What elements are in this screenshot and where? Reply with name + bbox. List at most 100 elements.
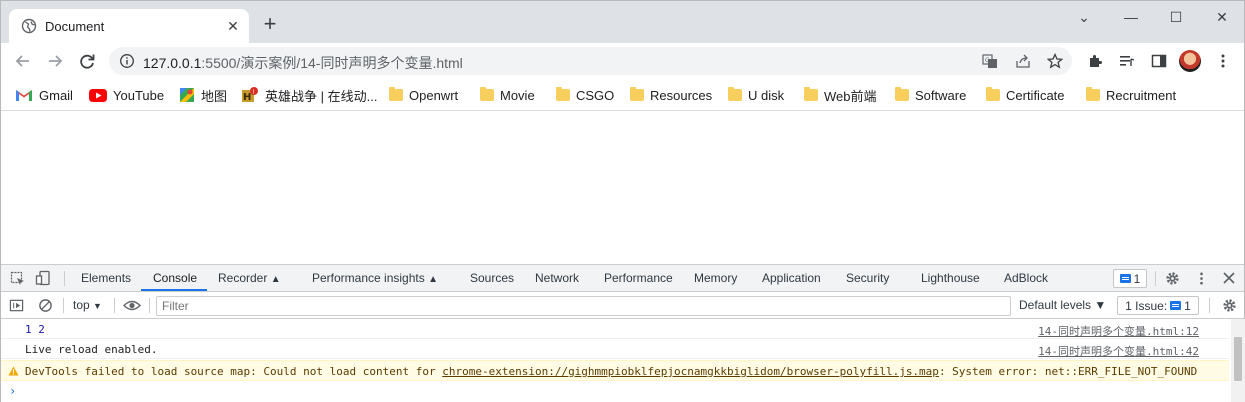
bookmark-label: Openwrt bbox=[409, 87, 459, 103]
maximize-button[interactable]: ☐ bbox=[1162, 7, 1190, 27]
bookmark-label: Recruitment bbox=[1106, 87, 1177, 103]
address-bar[interactable]: 127.0.0.1:5500/演示案例/14-同时声明多个变量.html G bbox=[109, 47, 1072, 75]
profile-avatar[interactable] bbox=[1179, 50, 1201, 72]
folder-icon bbox=[1086, 87, 1100, 101]
log-levels-dropdown[interactable]: Default levels ▼ bbox=[1019, 298, 1106, 312]
devtools-tab-application[interactable]: Application bbox=[762, 271, 821, 285]
bookmark-folder-udisk[interactable]: U disk bbox=[728, 86, 784, 104]
bookmark-folder-csgo[interactable]: CSGO bbox=[556, 86, 614, 104]
url-text[interactable]: 127.0.0.1:5500/演示案例/14-同时声明多个变量.html bbox=[143, 53, 463, 73]
tab-document[interactable]: Document ✕ bbox=[9, 9, 249, 43]
forward-arrow-icon[interactable] bbox=[44, 50, 66, 72]
media-queue-icon[interactable] bbox=[1119, 53, 1135, 69]
bookmark-star-icon[interactable] bbox=[1047, 53, 1063, 69]
settings-gear-icon[interactable] bbox=[1165, 271, 1180, 286]
show-sidebar-icon[interactable] bbox=[9, 298, 24, 313]
folder-icon bbox=[480, 87, 494, 101]
extensions-puzzle-icon[interactable] bbox=[1087, 53, 1103, 69]
folder-icon bbox=[895, 87, 909, 101]
bookmark-label: Movie bbox=[500, 87, 535, 103]
url-host: 127.0.0.1 bbox=[143, 55, 202, 71]
maps-icon bbox=[180, 88, 194, 102]
minimize-button[interactable]: — bbox=[1117, 7, 1145, 27]
bookmark-hero-war[interactable]: H ! 英雄战争 | 在线动... bbox=[241, 86, 377, 104]
share-icon[interactable] bbox=[1015, 53, 1031, 69]
warning-prefix: DevTools failed to load source map: Coul… bbox=[25, 365, 443, 378]
console-source-link[interactable]: 14-同时声明多个变量.html:12 bbox=[1038, 323, 1199, 339]
bookmark-folder-movie[interactable]: Movie bbox=[480, 86, 535, 104]
device-toolbar-icon[interactable] bbox=[35, 270, 51, 286]
messages-badge[interactable]: 1 bbox=[1113, 269, 1147, 288]
devtools-tab-lighthouse[interactable]: Lighthouse bbox=[921, 271, 980, 285]
devtools-tab-sources[interactable]: Sources bbox=[470, 271, 514, 285]
close-window-button[interactable]: ✕ bbox=[1208, 7, 1236, 27]
bookmark-folder-openwrt[interactable]: Openwrt bbox=[389, 86, 458, 104]
console-toolbar: top ▼ Default levels ▼ 1 Issue: 1 bbox=[1, 292, 1244, 319]
issues-button[interactable]: 1 Issue: 1 bbox=[1117, 296, 1199, 315]
devtools-tab-performance-insights[interactable]: Performance insights ▲ bbox=[312, 271, 438, 285]
issues-count: 1 bbox=[1184, 298, 1191, 313]
translate-icon[interactable]: G bbox=[982, 53, 998, 69]
bookmark-label: Web前端 bbox=[824, 88, 877, 104]
reload-icon[interactable] bbox=[76, 50, 98, 72]
live-expression-eye-icon[interactable] bbox=[123, 299, 141, 312]
issue-icon bbox=[1170, 301, 1182, 310]
bookmark-label: Certificate bbox=[1006, 87, 1065, 103]
tab-search-dropdown-icon[interactable]: ⌄ bbox=[1070, 7, 1098, 27]
devtools-tab-network[interactable]: Network bbox=[535, 271, 579, 285]
more-menu-icon[interactable] bbox=[1215, 53, 1231, 69]
site-info-icon[interactable] bbox=[119, 53, 135, 69]
bookmark-folder-resources[interactable]: Resources bbox=[630, 86, 712, 104]
bookmark-label: 英雄战争 | 在线动... bbox=[265, 88, 378, 104]
issues-label: 1 Issue: bbox=[1125, 298, 1168, 313]
console-message: 1 2 14-同时声明多个变量.html:12 bbox=[1, 319, 1229, 339]
svg-text:G: G bbox=[985, 57, 990, 64]
flask-icon: ▲ bbox=[428, 274, 438, 285]
bookmark-label: Software bbox=[915, 87, 967, 103]
console-filter-input[interactable] bbox=[157, 297, 1010, 315]
folder-icon bbox=[389, 87, 403, 101]
console-source-link[interactable]: 14-同时声明多个变量.html:42 bbox=[1038, 343, 1199, 359]
warning-link[interactable]: chrome-extension://gighmmpiobklfepjocnam… bbox=[442, 365, 939, 378]
devtools-more-icon[interactable] bbox=[1194, 271, 1209, 286]
devtools-tab-elements[interactable]: Elements bbox=[81, 271, 131, 285]
divider bbox=[1155, 271, 1156, 286]
dropdown-triangle-icon: ▼ bbox=[93, 301, 102, 311]
devtools-tab-performance[interactable]: Performance bbox=[604, 271, 673, 285]
svg-text:!: ! bbox=[253, 89, 255, 96]
console-prompt[interactable]: › bbox=[9, 384, 16, 398]
devtools-tab-security[interactable]: Security bbox=[846, 271, 889, 285]
browser-toolbar: 127.0.0.1:5500/演示案例/14-同时声明多个变量.html G bbox=[1, 43, 1244, 79]
console-scrollbar[interactable] bbox=[1231, 319, 1245, 402]
hero-war-icon: H ! bbox=[242, 87, 258, 103]
close-tab-icon[interactable]: ✕ bbox=[225, 18, 241, 34]
folder-icon bbox=[986, 87, 1000, 101]
devtools-tab-adblock[interactable]: AdBlock bbox=[1004, 271, 1048, 285]
side-panel-icon[interactable] bbox=[1151, 53, 1167, 69]
bookmark-folder-certificate[interactable]: Certificate bbox=[986, 86, 1065, 104]
tab-strip: Document ✕ + ⌄ — ☐ ✕ bbox=[1, 1, 1244, 43]
back-arrow-icon[interactable] bbox=[12, 50, 34, 72]
clear-console-icon[interactable] bbox=[38, 298, 53, 313]
devtools-tab-recorder[interactable]: Recorder ▲ bbox=[218, 271, 281, 285]
devtools-tab-console[interactable]: Console bbox=[153, 271, 197, 285]
bookmark-maps[interactable]: 地图 bbox=[179, 86, 227, 104]
bookmark-folder-recruitment[interactable]: Recruitment bbox=[1086, 86, 1176, 104]
context-selector[interactable]: top ▼ bbox=[73, 298, 102, 312]
bookmark-folder-web[interactable]: Web前端 bbox=[804, 86, 877, 104]
bookmark-gmail[interactable]: Gmail bbox=[15, 86, 73, 104]
close-devtools-icon[interactable] bbox=[1222, 271, 1236, 285]
inspect-element-icon[interactable] bbox=[10, 271, 26, 287]
bookmark-folder-software[interactable]: Software bbox=[895, 86, 966, 104]
bookmark-youtube[interactable]: YouTube bbox=[89, 86, 164, 104]
gmail-icon bbox=[16, 90, 32, 101]
devtools-tab-memory[interactable]: Memory bbox=[694, 271, 737, 285]
divider bbox=[63, 298, 64, 313]
divider bbox=[114, 298, 115, 313]
message-icon bbox=[1119, 274, 1131, 283]
console-filter-field[interactable] bbox=[156, 296, 1011, 316]
console-settings-gear-icon[interactable] bbox=[1222, 298, 1237, 313]
globe-icon bbox=[21, 18, 37, 34]
new-tab-button[interactable]: + bbox=[260, 13, 280, 35]
scrollbar-thumb[interactable] bbox=[1234, 337, 1242, 381]
